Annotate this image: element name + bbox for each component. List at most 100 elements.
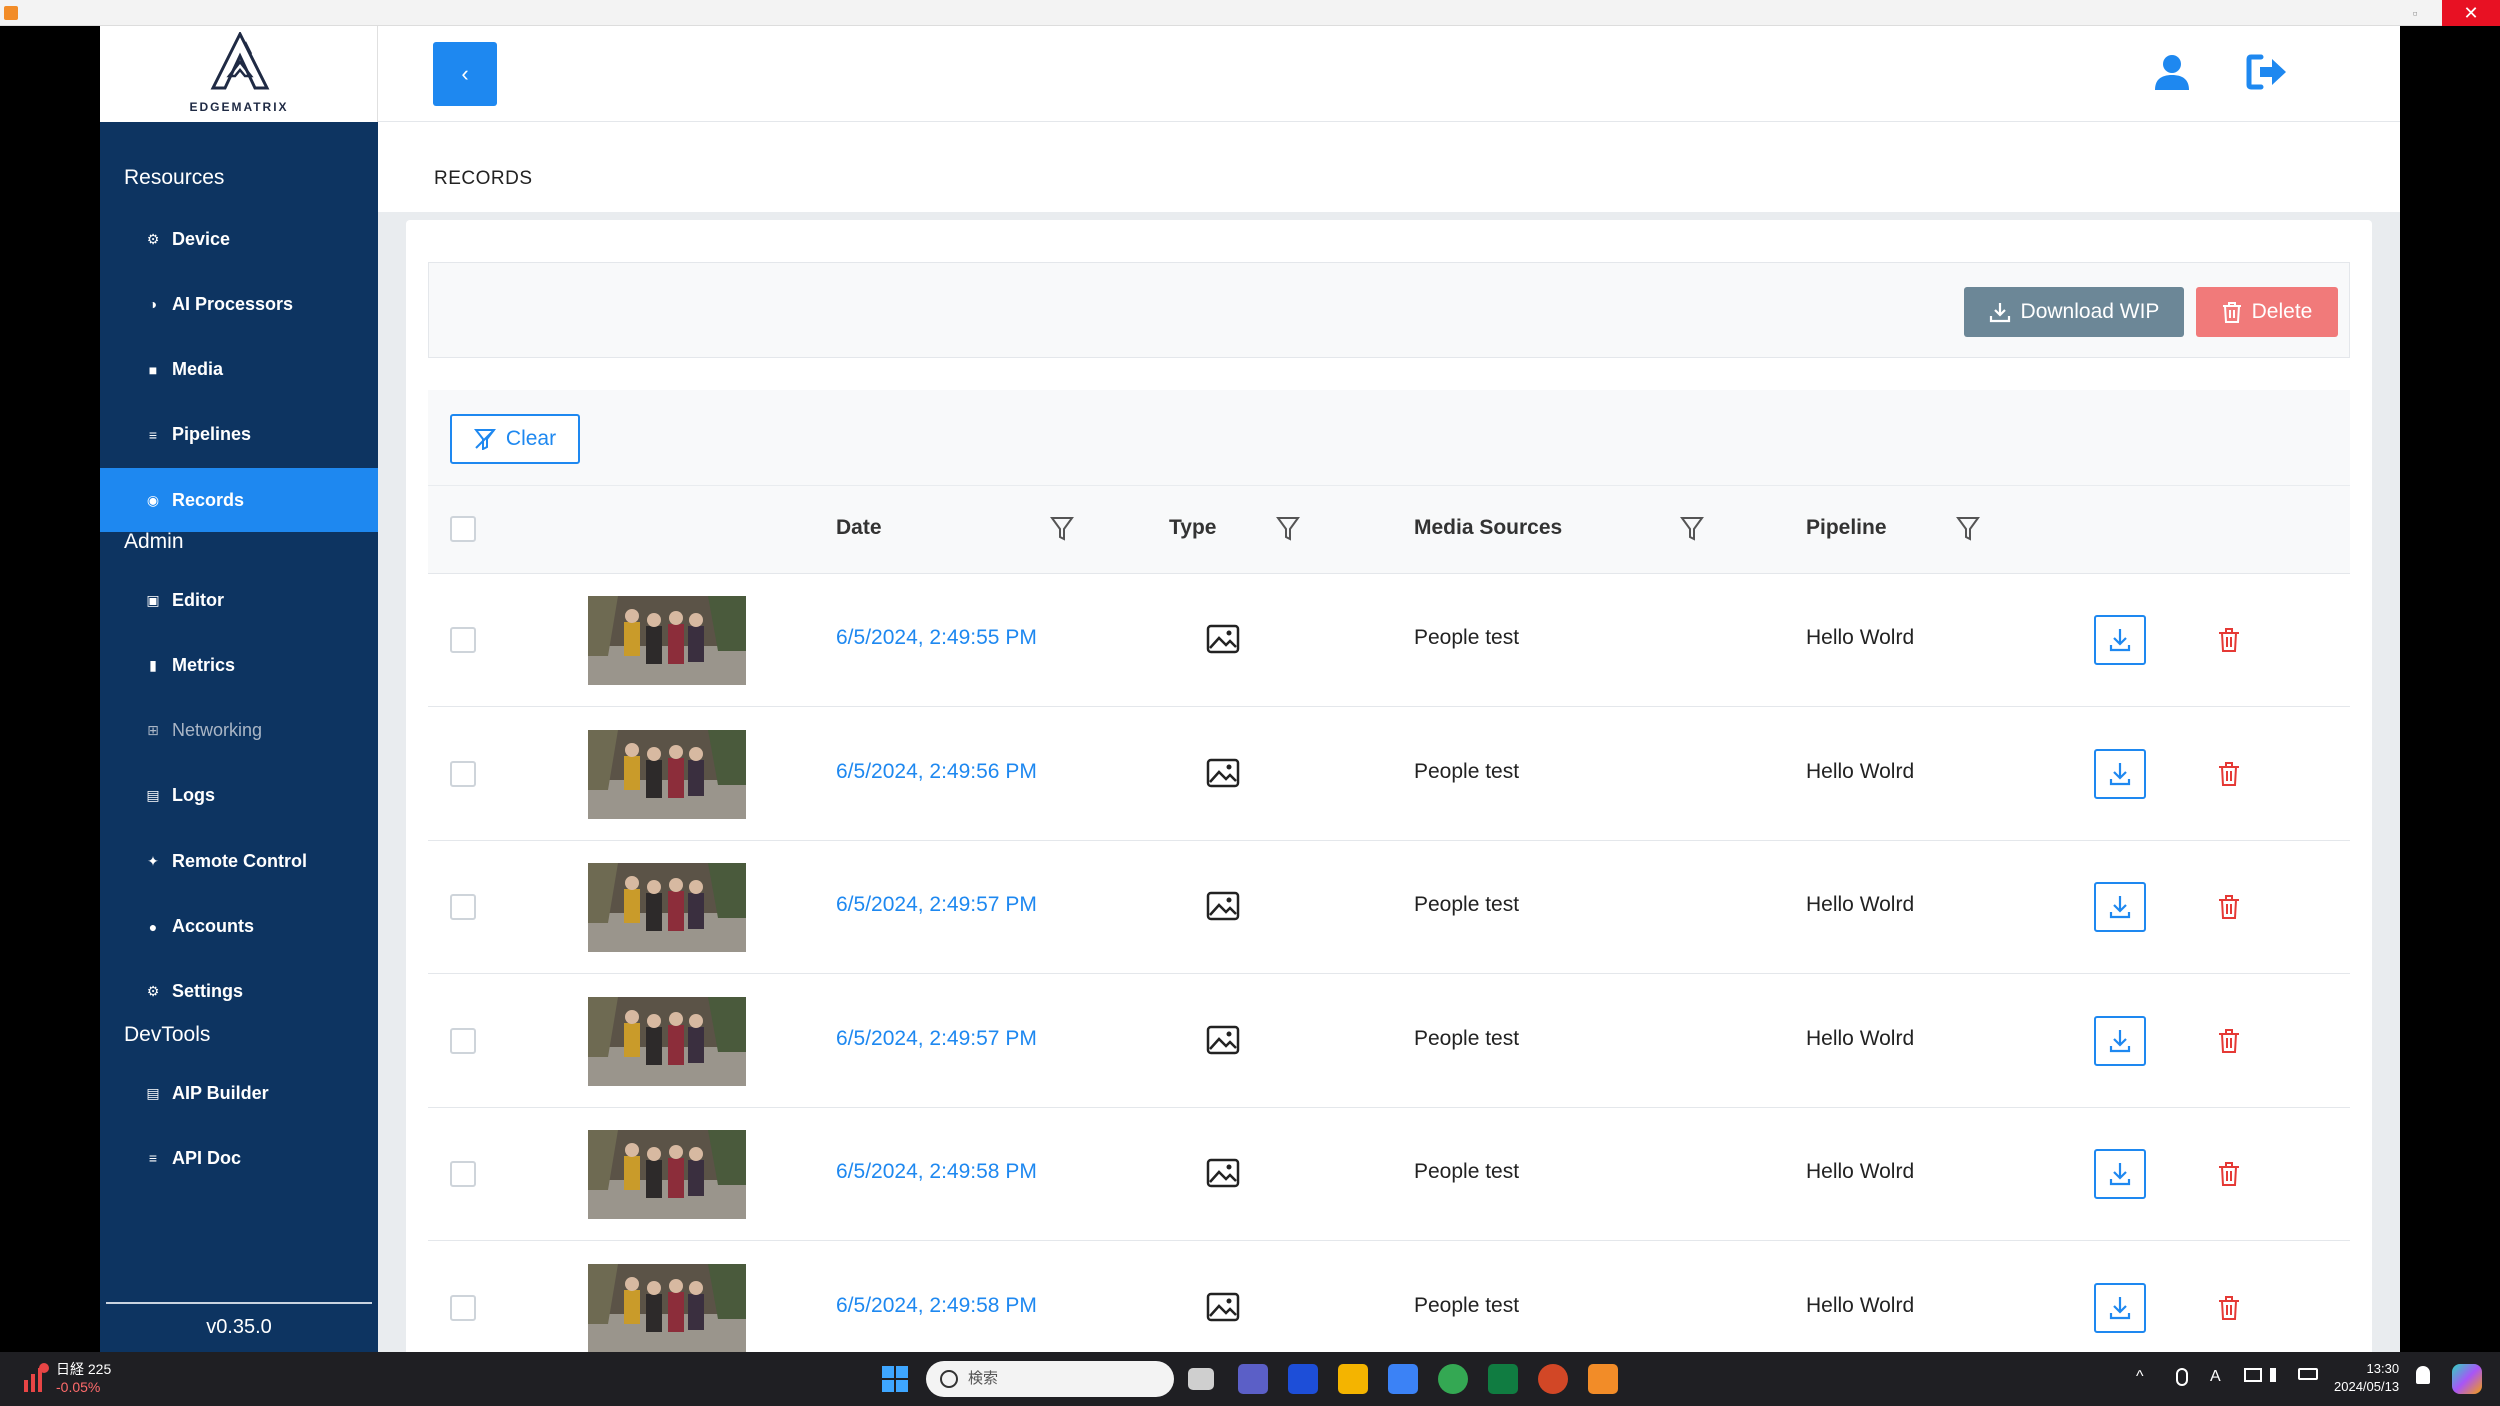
download-icon xyxy=(2109,1296,2131,1319)
battery-icon[interactable] xyxy=(2298,1368,2318,1380)
ime-icon[interactable]: A xyxy=(2210,1368,2221,1386)
sidebar-item-media[interactable]: ■ Media xyxy=(100,338,378,402)
trash-icon[interactable] xyxy=(2218,894,2240,920)
download-record-button[interactable] xyxy=(2094,615,2146,665)
trash-icon[interactable] xyxy=(2218,627,2240,653)
sidebar-item-editor[interactable]: ▣ Editor xyxy=(100,568,378,632)
filter-icon[interactable] xyxy=(1956,516,1980,542)
network-icon[interactable] xyxy=(2244,1368,2262,1382)
delete-button[interactable]: Delete xyxy=(2196,287,2338,337)
notification-bell-icon[interactable] xyxy=(2416,1366,2430,1384)
trash-icon[interactable] xyxy=(2218,761,2240,787)
close-window-button[interactable]: ✕ xyxy=(2442,0,2500,26)
column-pipeline[interactable]: Pipeline xyxy=(1806,516,1887,540)
table-row[interactable]: 6/5/2024, 2:49:56 PM People test Hello W… xyxy=(428,707,2350,841)
brain-icon: ◑ xyxy=(148,296,158,313)
active-app-icon[interactable] xyxy=(1588,1364,1618,1394)
tray-expand-icon[interactable]: ^ xyxy=(2136,1368,2144,1386)
download-record-button[interactable] xyxy=(2094,1015,2146,1066)
row-checkbox[interactable] xyxy=(450,1294,476,1321)
sidebar-item-accounts[interactable]: ● Accounts xyxy=(100,895,378,959)
download-record-button[interactable] xyxy=(2094,882,2146,932)
file-explorer-icon[interactable] xyxy=(1338,1364,1368,1394)
row-checkbox[interactable] xyxy=(450,894,476,920)
record-thumbnail[interactable] xyxy=(588,863,746,952)
trash-icon[interactable] xyxy=(2218,1028,2240,1054)
record-thumbnail[interactable] xyxy=(588,596,746,685)
filter-icon[interactable] xyxy=(1050,516,1074,542)
clock[interactable]: 13:30 2024/05/13 xyxy=(2334,1360,2399,1396)
taskbar: 日経 225 -0.05% 検索 ^ A 13:30 2024/05/13 xyxy=(0,1352,2500,1406)
trash-icon[interactable] xyxy=(2218,1295,2240,1321)
record-date-link[interactable]: 6/5/2024, 2:49:57 PM xyxy=(836,893,1037,917)
sidebar-item-remote-control[interactable]: ✦ Remote Control xyxy=(100,829,378,893)
microphone-icon[interactable] xyxy=(2176,1368,2188,1386)
sidebar-item-ai-processors[interactable]: ◑ AI Processors xyxy=(100,272,378,336)
sidebar-item-pipelines[interactable]: ≡ Pipelines xyxy=(100,403,378,467)
sidebar-item-metrics[interactable]: ▮ Metrics xyxy=(100,633,378,697)
logo-mark-icon xyxy=(210,32,270,90)
editor-icon: ▣ xyxy=(146,591,160,608)
collapse-sidebar-button[interactable]: ‹ xyxy=(433,42,497,106)
table-row[interactable]: 6/5/2024, 2:49:58 PM People test Hello W… xyxy=(428,1241,2350,1352)
excel-icon[interactable] xyxy=(1488,1364,1518,1394)
powerpoint-icon[interactable] xyxy=(1538,1364,1568,1394)
record-date-link[interactable]: 6/5/2024, 2:49:58 PM xyxy=(836,1294,1037,1318)
table-row[interactable]: 6/5/2024, 2:49:57 PM People test Hello W… xyxy=(428,841,2350,974)
sidebar-item-records[interactable]: ◉ Records xyxy=(100,468,378,533)
logo[interactable]: EDGEMATRIX xyxy=(100,26,378,122)
select-all-checkbox[interactable] xyxy=(450,516,476,542)
download-record-button[interactable] xyxy=(2094,748,2146,799)
stock-widget[interactable]: 日経 225 -0.05% xyxy=(56,1360,111,1396)
logout-icon[interactable] xyxy=(2246,52,2288,92)
column-media-sources[interactable]: Media Sources xyxy=(1414,516,1562,540)
copilot-icon[interactable] xyxy=(2452,1364,2482,1394)
sidebar-item-label: Editor xyxy=(172,589,224,610)
row-checkbox[interactable] xyxy=(450,760,476,787)
clipboard-icon: ▤ xyxy=(146,787,160,804)
row-checkbox[interactable] xyxy=(450,627,476,653)
sidebar-item-networking[interactable]: ⊞ Networking xyxy=(100,699,378,763)
row-checkbox[interactable] xyxy=(450,1161,476,1187)
record-thumbnail[interactable] xyxy=(588,1130,746,1219)
filter-icon[interactable] xyxy=(1680,516,1704,542)
sidebar-item-api-doc[interactable]: ≡ API Doc xyxy=(100,1126,378,1190)
column-type[interactable]: Type xyxy=(1169,516,1216,540)
terminal-app-icon[interactable] xyxy=(1288,1364,1318,1394)
task-view-icon[interactable] xyxy=(1188,1368,1214,1390)
user-icon[interactable] xyxy=(2152,52,2192,92)
windows-start-icon[interactable] xyxy=(882,1366,908,1392)
clear-filters-button[interactable]: Clear xyxy=(450,414,580,464)
volume-icon[interactable] xyxy=(2270,1368,2284,1382)
taskbar-search[interactable]: 検索 xyxy=(926,1361,1174,1397)
teams-icon[interactable] xyxy=(1238,1364,1268,1394)
trash-icon[interactable] xyxy=(2218,1161,2240,1187)
store-icon[interactable] xyxy=(1388,1364,1418,1394)
download-record-button[interactable] xyxy=(2094,1282,2146,1333)
sidebar-item-device[interactable]: ⚙ Device xyxy=(100,207,378,271)
record-media-source: People test xyxy=(1414,626,1520,649)
download-record-button[interactable] xyxy=(2094,1149,2146,1199)
download-wip-button[interactable]: Download WIP xyxy=(1964,287,2184,337)
column-date[interactable]: Date xyxy=(836,516,882,540)
filter-icon[interactable] xyxy=(1276,516,1300,542)
list-icon: ≡ xyxy=(148,1150,158,1167)
row-checkbox[interactable] xyxy=(450,1027,476,1054)
table-row[interactable]: 6/5/2024, 2:49:55 PM People test Hello W… xyxy=(428,574,2350,707)
chrome-icon[interactable] xyxy=(1438,1364,1468,1394)
record-date-link[interactable]: 6/5/2024, 2:49:55 PM xyxy=(836,626,1037,650)
sidebar-item-logs[interactable]: ▤ Logs xyxy=(100,764,378,828)
record-thumbnail[interactable] xyxy=(588,996,746,1086)
restore-icon[interactable]: ▫ xyxy=(2400,4,2430,22)
record-date-link[interactable]: 6/5/2024, 2:49:56 PM xyxy=(836,760,1037,784)
sidebar-item-settings[interactable]: ⚙ Settings xyxy=(100,960,378,1024)
record-thumbnail[interactable] xyxy=(588,1263,746,1352)
record-thumbnail[interactable] xyxy=(588,729,746,819)
table-row[interactable]: 6/5/2024, 2:49:58 PM People test Hello W… xyxy=(428,1108,2350,1241)
record-media-source: People test xyxy=(1414,1160,1520,1183)
sidebar-item-aip-builder[interactable]: ▤ AIP Builder xyxy=(100,1061,378,1125)
table-row[interactable]: 6/5/2024, 2:49:57 PM People test Hello W… xyxy=(428,974,2350,1108)
record-date-link[interactable]: 6/5/2024, 2:49:58 PM xyxy=(836,1160,1037,1184)
record-date-link[interactable]: 6/5/2024, 2:49:57 PM xyxy=(836,1027,1037,1051)
sidebar-item-label: AI Processors xyxy=(172,293,294,314)
